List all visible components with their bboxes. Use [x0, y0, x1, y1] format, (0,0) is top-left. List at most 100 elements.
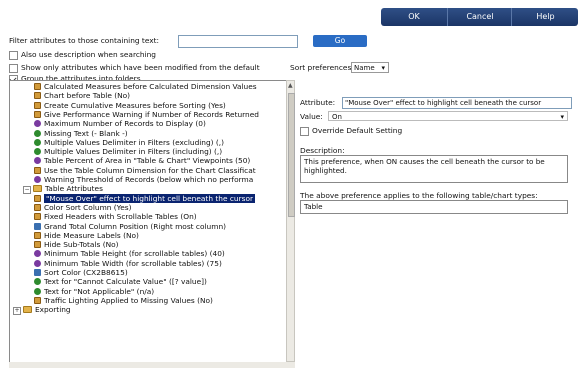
- text-setting-icon: [34, 278, 41, 286]
- tree-item-label: Color Sort Column (Yes): [44, 202, 132, 212]
- table-icon: [34, 110, 41, 118]
- sort-select-value: Name: [354, 64, 375, 72]
- folder-exporting[interactable]: + Exporting: [13, 305, 71, 316]
- tree-item-label: Traffic Lighting Applied to Missing Valu…: [44, 295, 213, 305]
- number-setting-icon: [34, 120, 41, 128]
- tree-item[interactable]: Traffic Lighting Applied to Missing Valu…: [34, 296, 213, 305]
- tree-item-label: Maximum Number of Records to Display (0): [44, 119, 206, 129]
- folder-table-attributes[interactable]: − Table Attributes: [23, 184, 103, 195]
- tree-item[interactable]: Chart before Table (No): [34, 91, 130, 100]
- tree-scrollbar[interactable]: ▲: [286, 80, 295, 362]
- table-icon: [34, 194, 41, 202]
- tree-item[interactable]: Grand Total Column Position (Right most …: [34, 222, 226, 231]
- tree-item-label: Warning Threshold of Records (below whic…: [44, 175, 254, 184]
- tree-item[interactable]: Create Cumulative Measures before Sortin…: [34, 101, 226, 110]
- tree-item-label: Hide Measure Labels (No): [44, 230, 139, 240]
- expand-icon[interactable]: +: [13, 307, 21, 316]
- value-select[interactable]: On ▾: [328, 111, 568, 121]
- also-description-option[interactable]: Also use description when searching: [9, 50, 156, 60]
- table-icon: [34, 92, 41, 100]
- go-button[interactable]: Go: [313, 35, 367, 47]
- text-setting-icon: [34, 148, 41, 156]
- tree-item-label: Use the Table Column Dimension for the C…: [44, 165, 256, 175]
- scrollbar-thumb[interactable]: [288, 93, 295, 217]
- tree-item-label: Missing Text (- Blank -): [44, 128, 128, 138]
- tree-item-label: Multiple Values Delimiter in Filters (ex…: [44, 137, 225, 147]
- cancel-button[interactable]: Cancel: [447, 8, 512, 26]
- tree-item-selected[interactable]: "Mouse Over" effect to highlight cell be…: [34, 193, 256, 203]
- also-description-label: Also use description when searching: [21, 50, 156, 59]
- show-modified-option[interactable]: Show only attributes which have been mod…: [9, 63, 260, 73]
- ok-button[interactable]: OK: [381, 8, 447, 26]
- tree-item[interactable]: Text for "Cannot Calculate Value" ([? va…: [34, 277, 207, 286]
- table-icon: [34, 231, 41, 239]
- show-modified-label: Show only attributes which have been mod…: [21, 63, 260, 72]
- chevron-down-icon: ▾: [381, 64, 385, 72]
- help-button[interactable]: Help: [511, 8, 579, 26]
- tree-item[interactable]: Warning Threshold of Records (below whic…: [34, 175, 253, 184]
- tree-item-label: Table Attributes: [45, 184, 103, 194]
- text-setting-icon: [34, 287, 41, 295]
- collapse-icon[interactable]: −: [23, 186, 31, 195]
- override-option[interactable]: Override Default Setting: [300, 126, 402, 136]
- value-select-value: On: [332, 113, 342, 121]
- attribute-label: Attribute:: [300, 98, 336, 107]
- tree-item-label: Multiple Values Delimiter in Filters (in…: [44, 147, 223, 157]
- attribute-tree[interactable]: Calculated Measures before Calculated Di…: [9, 80, 288, 364]
- applies-label: The above preference applies to the foll…: [300, 191, 538, 200]
- tree-item[interactable]: Fixed Headers with Scrollable Tables (On…: [34, 212, 197, 221]
- tree-item[interactable]: Minimum Table Width (for scrollable tabl…: [34, 259, 222, 268]
- tree-item[interactable]: Sort Color (CX2B8615): [34, 268, 128, 277]
- tree-item-label: Calculated Measures before Calculated Di…: [44, 82, 257, 91]
- tree-item[interactable]: Calculated Measures before Calculated Di…: [34, 82, 257, 91]
- color-setting-icon: [34, 222, 41, 230]
- also-description-checkbox[interactable]: [9, 50, 18, 60]
- sort-select[interactable]: Name ▾: [351, 62, 389, 73]
- number-setting-icon: [34, 259, 41, 267]
- tree-item-label: Minimum Table Height (for scrollable tab…: [44, 249, 225, 259]
- tree-item[interactable]: Color Sort Column (Yes): [34, 203, 132, 212]
- table-icon: [34, 83, 41, 90]
- tree-horizontal-scrollbar[interactable]: [9, 362, 295, 368]
- tree-item[interactable]: Minimum Table Height (for scrollable tab…: [34, 249, 225, 258]
- table-icon: [34, 166, 41, 174]
- scroll-up-icon[interactable]: ▲: [288, 82, 293, 89]
- tree-item[interactable]: Hide Sub-Totals (No): [34, 240, 119, 249]
- number-setting-icon: [34, 250, 41, 258]
- chevron-down-icon: ▾: [560, 113, 564, 121]
- tree-item[interactable]: Text for "Not Applicable" (n/a): [34, 287, 154, 296]
- tree-item[interactable]: Maximum Number of Records to Display (0): [34, 119, 206, 128]
- tree-item-label: Table Percent of Area in "Table & Chart"…: [44, 156, 251, 166]
- number-setting-icon: [34, 176, 41, 183]
- tree-item-label: Text for "Not Applicable" (n/a): [44, 286, 155, 296]
- folder-icon: [23, 306, 32, 314]
- table-icon: [34, 213, 41, 221]
- table-icon: [34, 203, 41, 211]
- tree-item-label: Hide Sub-Totals (No): [44, 240, 119, 250]
- tree-item-label: Sort Color (CX2B8615): [44, 268, 128, 277]
- color-setting-icon: [34, 269, 41, 276]
- tree-item[interactable]: Table Percent of Area in "Table & Chart"…: [34, 156, 250, 165]
- filter-input[interactable]: [178, 35, 298, 48]
- tree-item-label: Exporting: [35, 305, 71, 315]
- tree-item-label: Grand Total Column Position (Right most …: [44, 221, 227, 231]
- table-icon: [34, 241, 41, 249]
- tree-item[interactable]: Hide Measure Labels (No): [34, 231, 139, 240]
- text-setting-icon: [34, 129, 41, 137]
- show-modified-checkbox[interactable]: [9, 63, 18, 73]
- description-text: This preference, when ON causes the cell…: [300, 155, 568, 183]
- dialog-button-strip: OK Cancel Help: [381, 8, 578, 26]
- tree-item-label: Chart before Table (No): [44, 91, 131, 101]
- tree-item-label: "Mouse Over" effect to highlight cell be…: [44, 193, 256, 203]
- table-icon: [34, 296, 41, 304]
- tree-item[interactable]: Give Performance Warning if Number of Re…: [34, 110, 259, 119]
- tree-item[interactable]: Use the Table Column Dimension for the C…: [34, 166, 256, 175]
- text-setting-icon: [34, 138, 41, 146]
- table-icon: [34, 101, 41, 109]
- override-checkbox[interactable]: [300, 126, 309, 136]
- tree-item[interactable]: Multiple Values Delimiter in Filters (in…: [34, 147, 222, 156]
- attribute-field[interactable]: "Mouse Over" effect to highlight cell be…: [342, 97, 572, 109]
- tree-item[interactable]: Multiple Values Delimiter in Filters (ex…: [34, 138, 224, 147]
- filter-label: Filter attributes to those containing te…: [9, 36, 159, 45]
- tree-item[interactable]: Missing Text (- Blank -): [34, 129, 128, 138]
